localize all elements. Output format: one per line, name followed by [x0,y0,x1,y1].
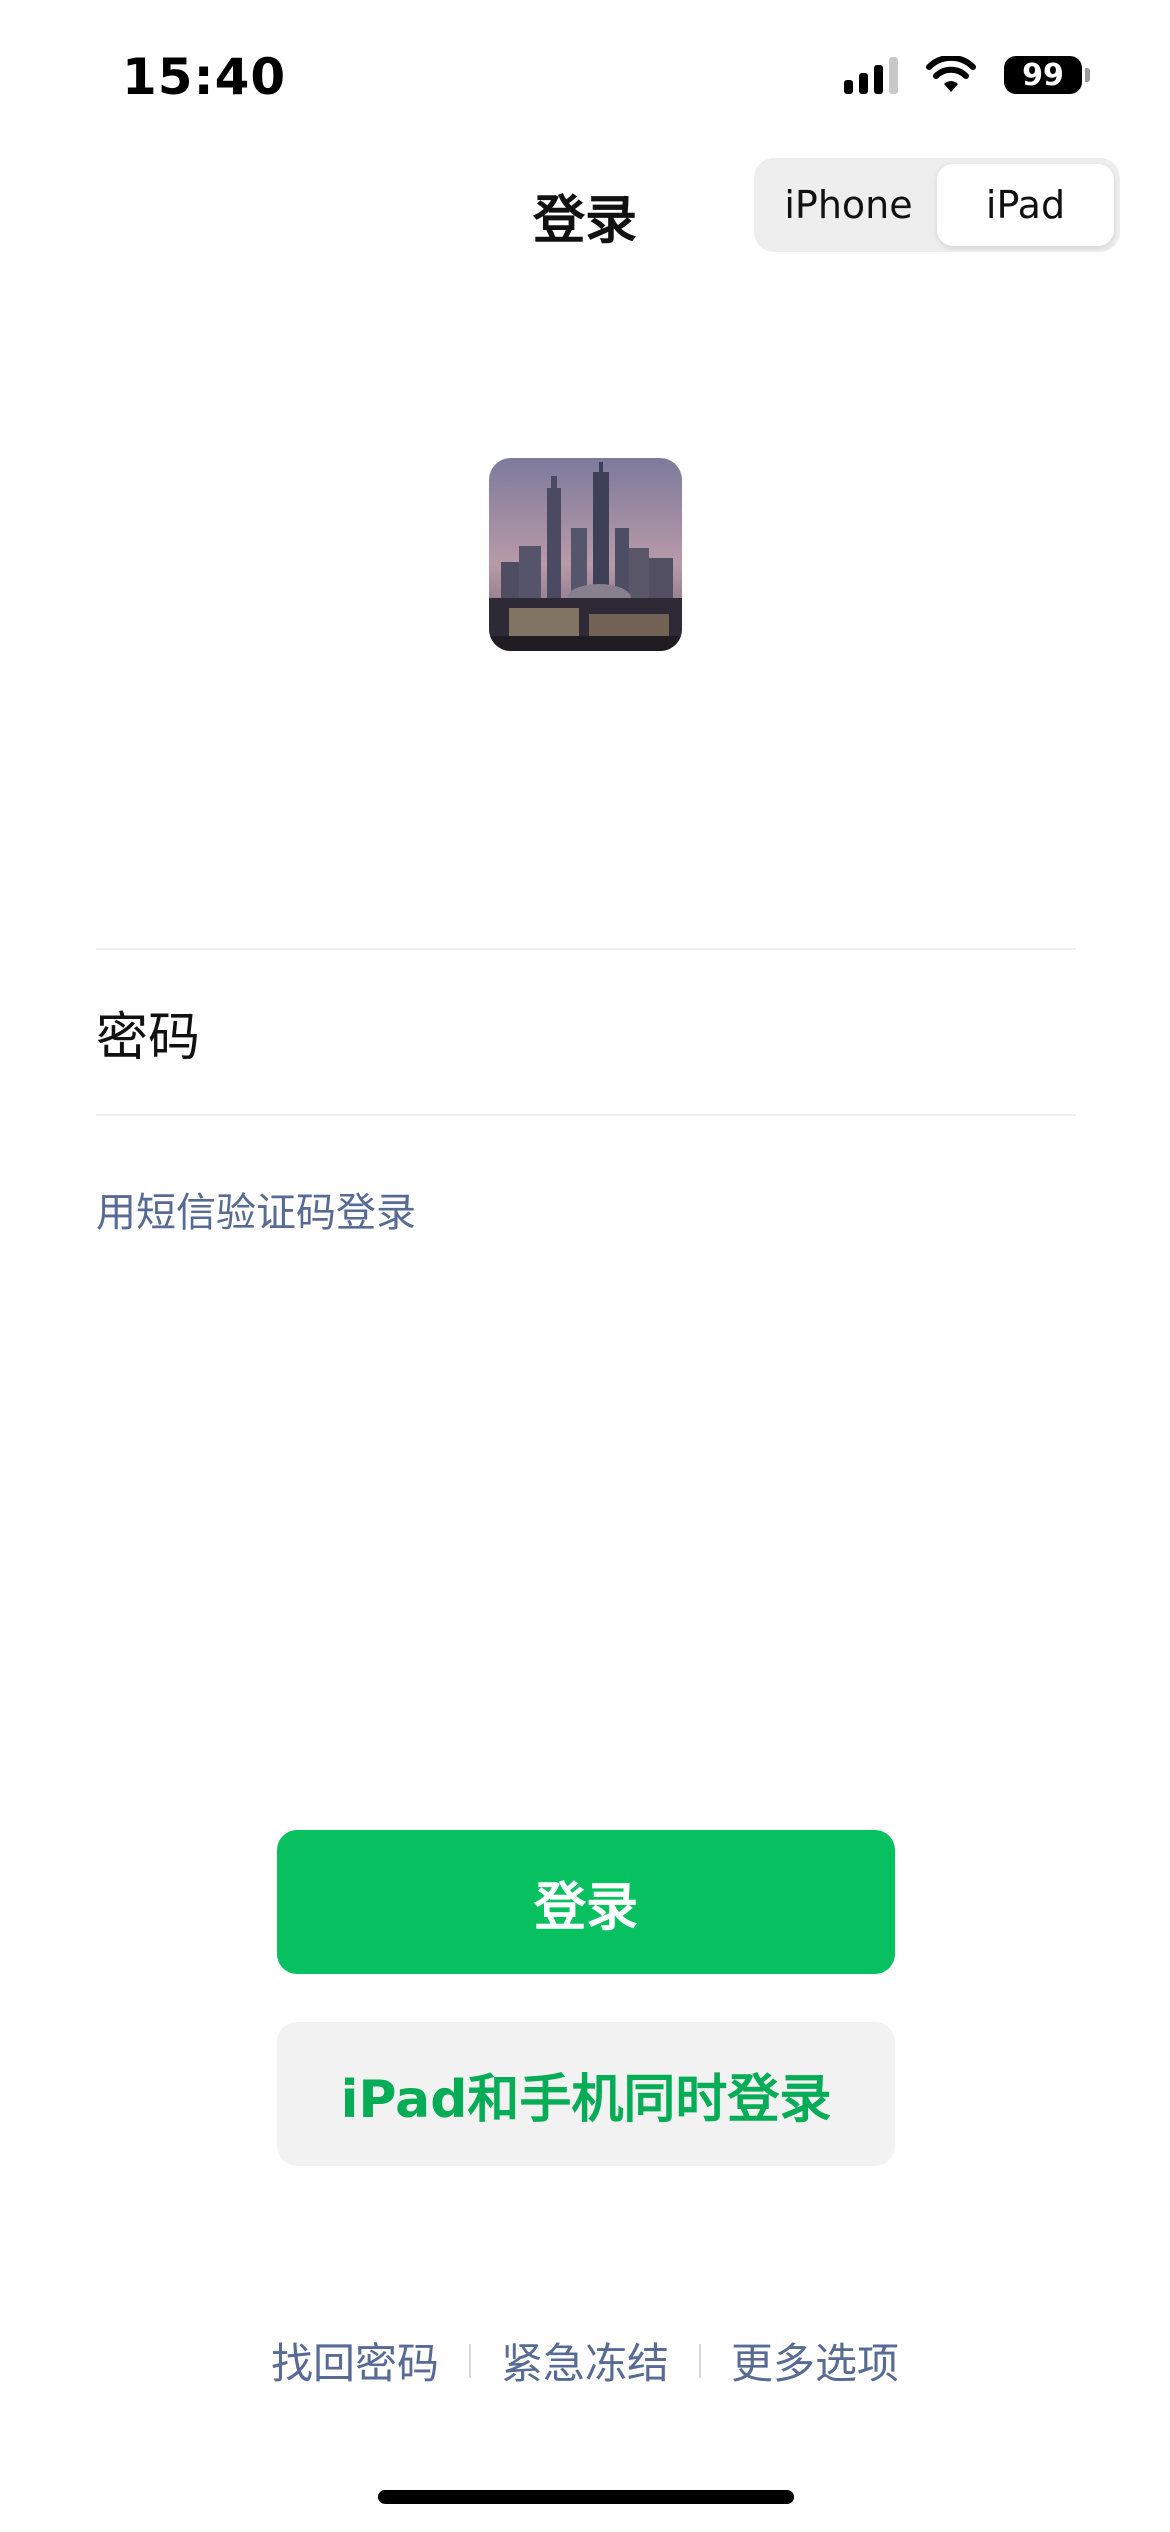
password-field[interactable] [316,981,1076,1083]
device-toggle[interactable]: iPhone iPad [754,158,1120,252]
dual-login-button[interactable]: iPad和手机同时登录 [277,2022,895,2166]
divider-bottom [96,1114,1076,1116]
status-icons: 99 [844,56,1090,94]
footer-separator [468,2343,471,2378]
more-options-link[interactable]: 更多选项 [731,2330,899,2391]
wifi-icon [926,56,976,92]
footer-separator [699,2343,701,2378]
avatar[interactable] [489,458,682,651]
recover-password-link[interactable]: 找回密码 [271,2330,439,2391]
sms-login-link[interactable]: 用短信验证码登录 [96,1180,416,1238]
toggle-option-iphone[interactable]: iPhone [760,164,937,246]
battery-level: 99 [1004,56,1082,94]
password-row[interactable]: 密码 [96,950,1076,1114]
account-name [0,720,1170,780]
toggle-option-ipad[interactable]: iPad [937,164,1114,246]
home-indicator[interactable] [378,2490,794,2504]
login-button[interactable]: 登录 [277,1830,895,1974]
emergency-freeze-link[interactable]: 紧急冻结 [501,2330,669,2391]
password-label: 密码 [96,1007,201,1068]
status-time: 15:40 [122,48,287,106]
footer-links: 找回密码 紧急冻结 更多选项 [0,2330,1170,2391]
battery-icon: 99 [1004,56,1090,94]
signal-icon [844,56,898,94]
